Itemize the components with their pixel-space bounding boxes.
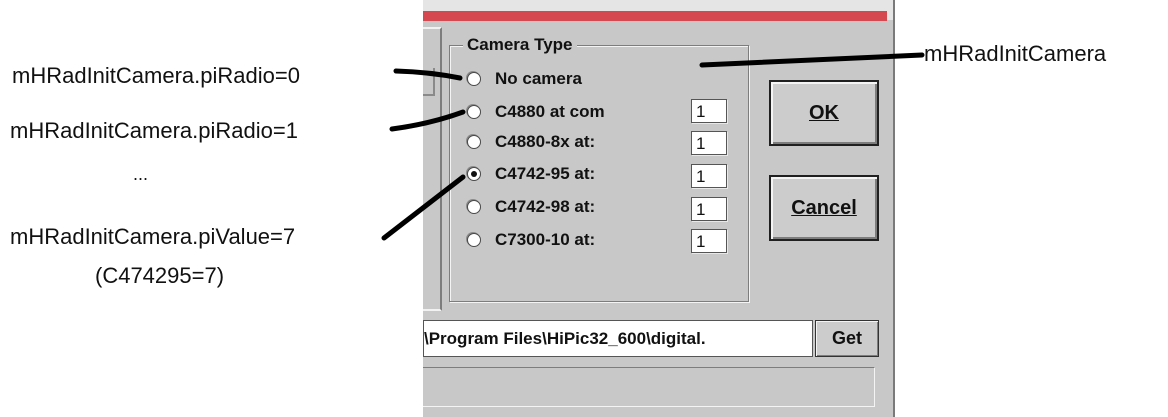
- connector-camera-line: [699, 52, 925, 68]
- connector-value7-line: [381, 174, 466, 241]
- connector-radio1-line: [389, 109, 466, 132]
- annotation-connectors: [381, 52, 925, 241]
- connector-radio0-line: [393, 68, 463, 81]
